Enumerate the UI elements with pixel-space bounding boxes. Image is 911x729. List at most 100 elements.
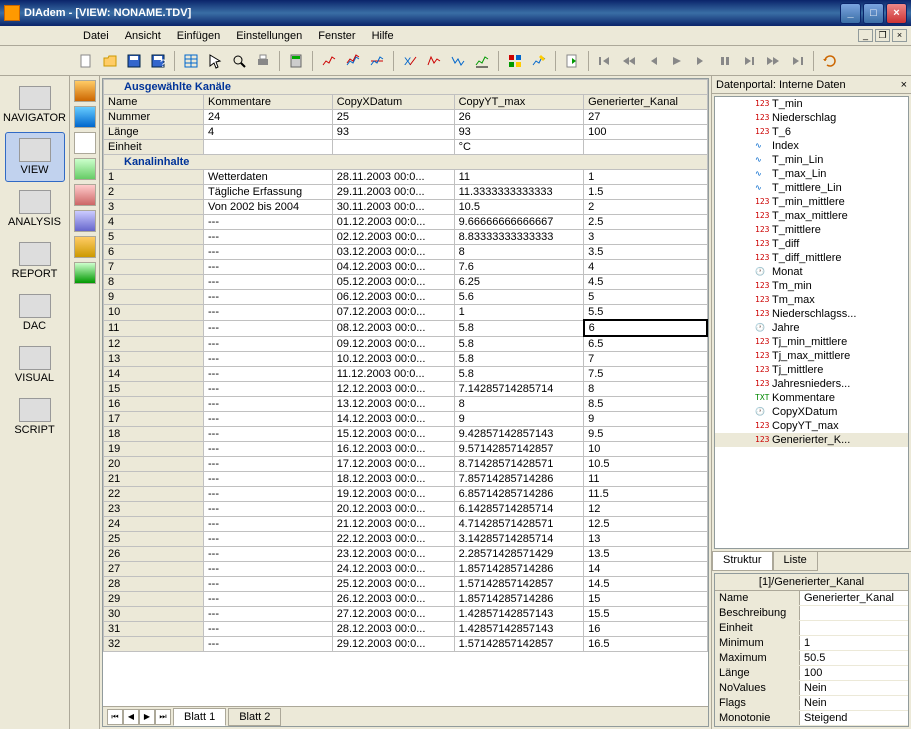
data-cell[interactable]: 1.85714285714286: [454, 592, 584, 607]
data-cell[interactable]: 09.12.2003 00:0...: [332, 336, 454, 352]
row-number[interactable]: 1: [104, 170, 204, 185]
data-cell[interactable]: 28.11.2003 00:0...: [332, 170, 454, 185]
data-cell[interactable]: 4: [584, 260, 707, 275]
tree-node[interactable]: 123Tj_max_mittlere: [715, 349, 908, 363]
menu-hilfe[interactable]: Hilfe: [364, 28, 402, 44]
column-header[interactable]: Generierter_Kanal: [584, 95, 707, 110]
data-cell[interactable]: 1.42857142857143: [454, 607, 584, 622]
row-number[interactable]: 12: [104, 336, 204, 352]
tree-node[interactable]: 123Niederschlagss...: [715, 307, 908, 321]
data-cell[interactable]: 13: [584, 532, 707, 547]
data-cell[interactable]: 12.5: [584, 517, 707, 532]
data-cell[interactable]: ---: [204, 592, 333, 607]
data-cell[interactable]: 07.12.2003 00:0...: [332, 305, 454, 321]
data-cell[interactable]: 11: [454, 170, 584, 185]
data-cell[interactable]: ---: [204, 487, 333, 502]
nav-view[interactable]: VIEW: [5, 132, 65, 182]
data-cell[interactable]: ---: [204, 517, 333, 532]
sheet-next-button[interactable]: ▶: [139, 709, 155, 725]
data-cell[interactable]: ---: [204, 532, 333, 547]
property-value[interactable]: Nein: [800, 696, 908, 710]
data-cell[interactable]: 21.12.2003 00:0...: [332, 517, 454, 532]
data-cell[interactable]: ---: [204, 622, 333, 637]
data-cell[interactable]: 05.12.2003 00:0...: [332, 275, 454, 290]
row-number[interactable]: 28: [104, 577, 204, 592]
row-number[interactable]: 8: [104, 275, 204, 290]
tree-node[interactable]: 123CopyYT_max: [715, 419, 908, 433]
data-cell[interactable]: 15.5: [584, 607, 707, 622]
data-cell[interactable]: 6: [584, 320, 707, 336]
data-cell[interactable]: 7: [584, 352, 707, 367]
data-cell[interactable]: 9.66666666666667: [454, 215, 584, 230]
play-button[interactable]: [666, 50, 688, 72]
data-cell[interactable]: 29.12.2003 00:0...: [332, 637, 454, 652]
chart4-button[interactable]: [423, 50, 445, 72]
data-cell[interactable]: 1.57142857142857: [454, 637, 584, 652]
property-value[interactable]: Generierter_Kanal: [800, 591, 908, 605]
data-cell[interactable]: 4.5: [584, 275, 707, 290]
data-cell[interactable]: 25.12.2003 00:0...: [332, 577, 454, 592]
data-cell[interactable]: 5.8: [454, 352, 584, 367]
meta-cell[interactable]: [332, 140, 454, 155]
xscale-button[interactable]: X: [399, 50, 421, 72]
data-cell[interactable]: 29.11.2003 00:0...: [332, 185, 454, 200]
data-cell[interactable]: 08.12.2003 00:0...: [332, 320, 454, 336]
chart2-button[interactable]: [342, 50, 364, 72]
row-number[interactable]: 9: [104, 290, 204, 305]
tree-node[interactable]: 123Tm_max: [715, 293, 908, 307]
data-cell[interactable]: 9.57142857142857: [454, 442, 584, 457]
data-cell[interactable]: 13.12.2003 00:0...: [332, 397, 454, 412]
data-cell[interactable]: Tägliche Erfassung: [204, 185, 333, 200]
data-cell[interactable]: 8: [454, 397, 584, 412]
data-cell[interactable]: 01.12.2003 00:0...: [332, 215, 454, 230]
side-btn-5[interactable]: [74, 184, 96, 206]
data-cell[interactable]: 17.12.2003 00:0...: [332, 457, 454, 472]
row-number[interactable]: 31: [104, 622, 204, 637]
data-cell[interactable]: 06.12.2003 00:0...: [332, 290, 454, 305]
data-cell[interactable]: ---: [204, 275, 333, 290]
data-cell[interactable]: 14: [584, 562, 707, 577]
grid-button[interactable]: [504, 50, 526, 72]
data-cell[interactable]: 14.12.2003 00:0...: [332, 412, 454, 427]
data-cell[interactable]: 12: [584, 502, 707, 517]
next-button[interactable]: [690, 50, 712, 72]
property-value[interactable]: Nein: [800, 681, 908, 695]
data-cell[interactable]: 13.5: [584, 547, 707, 562]
data-cell[interactable]: 16: [584, 622, 707, 637]
tree-node[interactable]: ∿T_max_Lin: [715, 167, 908, 181]
chart5-button[interactable]: [447, 50, 469, 72]
data-cell[interactable]: ---: [204, 607, 333, 622]
data-cell[interactable]: 11: [584, 472, 707, 487]
row-number[interactable]: 22: [104, 487, 204, 502]
data-cell[interactable]: 3.14285714285714: [454, 532, 584, 547]
data-cell[interactable]: 26.12.2003 00:0...: [332, 592, 454, 607]
data-cell[interactable]: ---: [204, 442, 333, 457]
nav-navigator[interactable]: NAVIGATOR: [5, 80, 65, 130]
row-number[interactable]: 20: [104, 457, 204, 472]
tree-node[interactable]: 123Generierter_K...: [715, 433, 908, 447]
meta-cell[interactable]: 24: [204, 110, 333, 125]
data-cell[interactable]: 11.12.2003 00:0...: [332, 367, 454, 382]
row-number[interactable]: 13: [104, 352, 204, 367]
row-number[interactable]: 17: [104, 412, 204, 427]
meta-cell[interactable]: 93: [454, 125, 584, 140]
loop-button[interactable]: [819, 50, 841, 72]
export-button[interactable]: [561, 50, 583, 72]
data-cell[interactable]: 11.5: [584, 487, 707, 502]
column-header[interactable]: Name: [104, 95, 204, 110]
nav-visual[interactable]: VISUAL: [5, 340, 65, 390]
meta-cell[interactable]: [584, 140, 707, 155]
tree-node[interactable]: ∿Index: [715, 139, 908, 153]
new-button[interactable]: [75, 50, 97, 72]
data-cell[interactable]: ---: [204, 290, 333, 305]
nav-report[interactable]: REPORT: [5, 236, 65, 286]
data-cell[interactable]: 28.12.2003 00:0...: [332, 622, 454, 637]
data-cell[interactable]: ---: [204, 305, 333, 321]
side-btn-3[interactable]: [74, 132, 96, 154]
first-button[interactable]: [594, 50, 616, 72]
maximize-button[interactable]: □: [863, 3, 884, 24]
data-cell[interactable]: 7.6: [454, 260, 584, 275]
data-cell[interactable]: ---: [204, 320, 333, 336]
data-cell[interactable]: 27.12.2003 00:0...: [332, 607, 454, 622]
data-cell[interactable]: 1.57142857142857: [454, 577, 584, 592]
